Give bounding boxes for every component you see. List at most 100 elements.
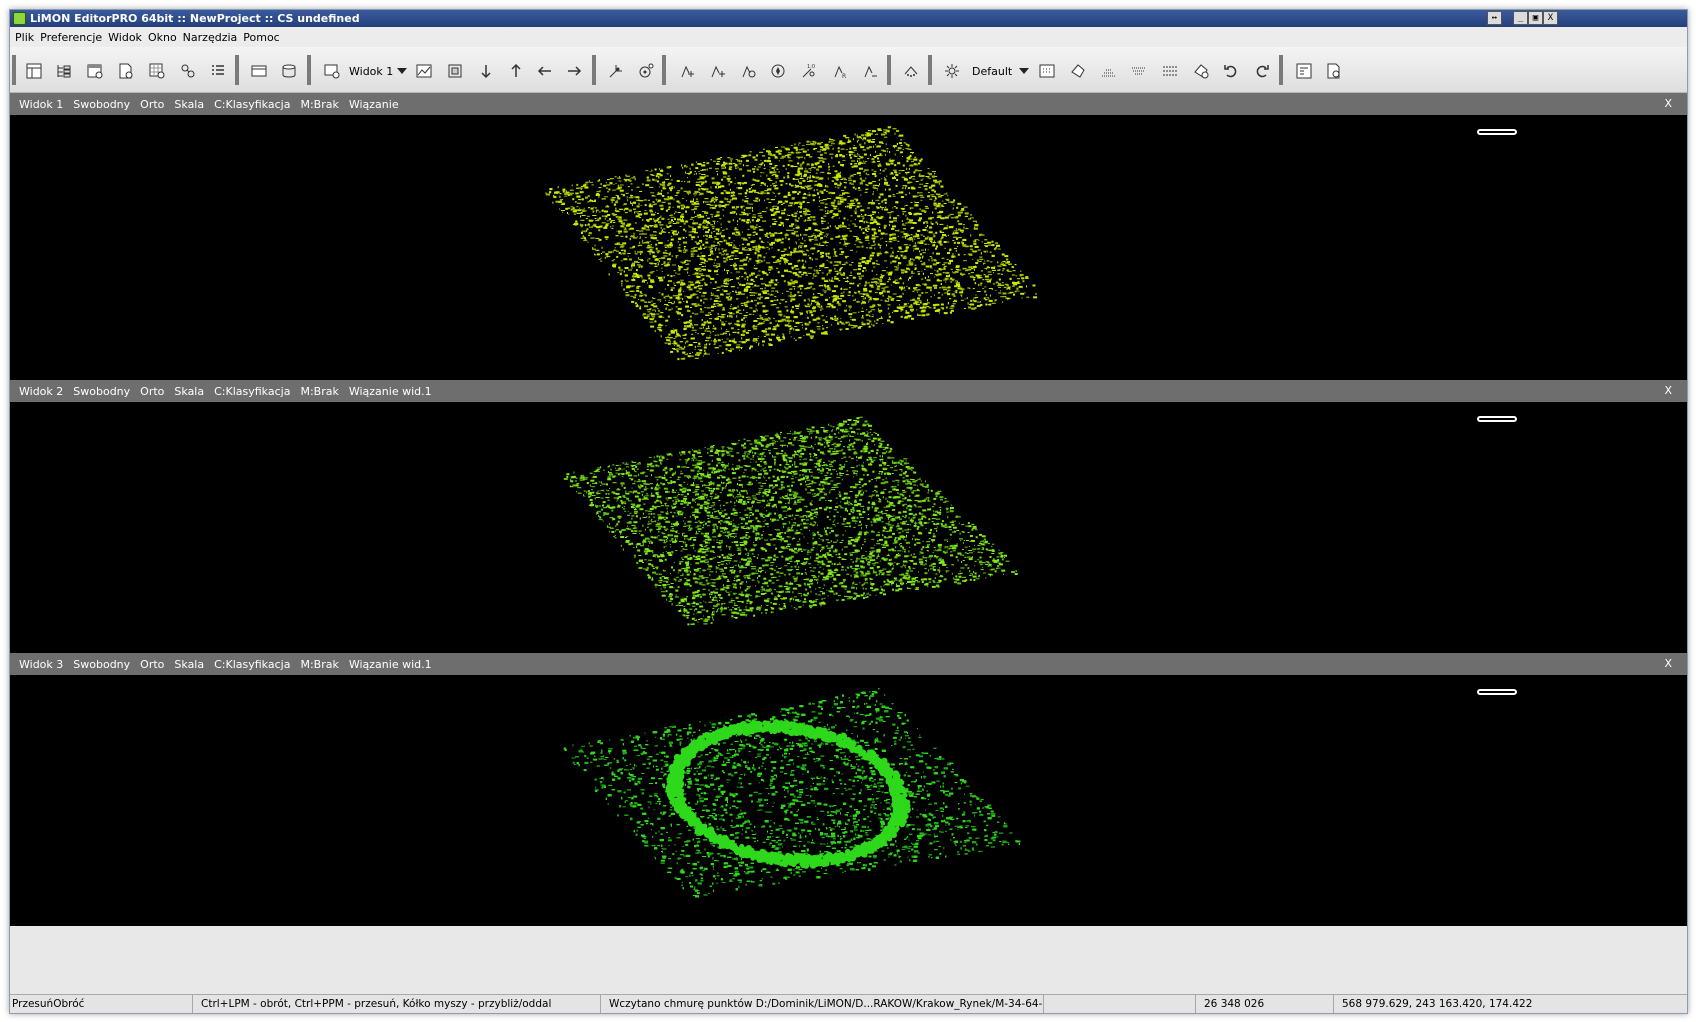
point-cloud-2 xyxy=(563,416,1018,626)
status-hint: Ctrl+LPM - obrót, Ctrl+PPM - przesuń, Kó… xyxy=(193,995,601,1013)
rotate-point-icon[interactable] xyxy=(736,60,760,82)
application-window: LiMON EditorPRO 64bit :: NewProject :: C… xyxy=(9,9,1688,1014)
scale-bar-icon xyxy=(1477,129,1517,135)
view-1-header: Widok 1 Swobodny Orto Skala C:Klasyfikac… xyxy=(10,93,1687,115)
scale-bar-icon xyxy=(1477,689,1517,695)
view-1-canvas[interactable] xyxy=(10,115,1687,380)
chevron-down-icon[interactable] xyxy=(397,68,407,74)
arrow-right-icon[interactable] xyxy=(562,60,586,82)
view-3-scale[interactable]: Skala xyxy=(169,658,209,671)
point-cloud-points xyxy=(563,416,1018,626)
target-eye-icon[interactable] xyxy=(634,60,658,82)
menu-okno[interactable]: Okno xyxy=(145,31,180,44)
view-3-canvas[interactable] xyxy=(10,675,1687,926)
view-3-mode-free[interactable]: Swobodny xyxy=(68,658,135,671)
toolbar-separator xyxy=(307,55,311,85)
view-2-model[interactable]: M:Brak xyxy=(295,385,343,398)
toolbar-grip[interactable] xyxy=(12,55,16,85)
chevron-down-icon[interactable] xyxy=(1019,68,1029,74)
layers-icon[interactable] xyxy=(1097,60,1121,82)
view-2-scale[interactable]: Skala xyxy=(169,385,209,398)
view-3-name[interactable]: Widok 3 xyxy=(14,658,68,671)
style-selector[interactable]: Default xyxy=(972,65,1012,78)
pick-r-icon[interactable]: R xyxy=(828,60,852,82)
view-3-header: Widok 3 Swobodny Orto Skala C:Klasyfikac… xyxy=(10,653,1687,675)
cloud-select-icon[interactable] xyxy=(899,60,923,82)
list-icon[interactable] xyxy=(206,60,230,82)
view-2-mode-free[interactable]: Swobodny xyxy=(68,385,135,398)
status-spacer xyxy=(1044,995,1196,1013)
view-2-close-button[interactable]: X xyxy=(1659,384,1677,397)
app-logo-icon xyxy=(13,12,26,25)
chart-icon[interactable] xyxy=(412,60,436,82)
menu-preferencje[interactable]: Preferencje xyxy=(37,31,105,44)
view-1-mode-free[interactable]: Swobodny xyxy=(68,98,135,111)
scale-bar-icon xyxy=(1477,416,1517,422)
properties-icon[interactable] xyxy=(1292,60,1316,82)
calendar-settings-icon[interactable] xyxy=(83,60,107,82)
view-1-model[interactable]: M:Brak xyxy=(295,98,343,111)
view-3-close-button[interactable]: X xyxy=(1659,657,1677,670)
terrain-icon[interactable] xyxy=(1127,60,1151,82)
view-selector[interactable]: Widok 1 xyxy=(349,65,393,78)
view-2-link[interactable]: Wiązanie wid.1 xyxy=(344,385,437,398)
scale-icon[interactable]: 1:0 xyxy=(797,60,821,82)
tree-icon[interactable] xyxy=(52,60,76,82)
undo-icon[interactable] xyxy=(1219,60,1243,82)
grid-settings-icon[interactable] xyxy=(145,60,169,82)
view-1-name[interactable]: Widok 1 xyxy=(14,98,68,111)
menu-pomoc[interactable]: Pomoc xyxy=(240,31,282,44)
window-frame-icon[interactable] xyxy=(247,60,271,82)
view-1-classification[interactable]: C:Klasyfikacja xyxy=(209,98,295,111)
model-settings-icon[interactable] xyxy=(1189,60,1213,82)
view-3-ortho[interactable]: Orto xyxy=(135,658,169,671)
status-point-count: 26 348 026 xyxy=(1196,995,1334,1013)
view-2-name[interactable]: Widok 2 xyxy=(14,385,68,398)
maximize-button[interactable]: ▣ xyxy=(1528,11,1543,25)
view-1-close-button[interactable]: X xyxy=(1659,97,1677,110)
status-coordinates: 568 979.629, 243 163.420, 174.422 xyxy=(1342,998,1533,1010)
minimize-button[interactable]: _ xyxy=(1513,11,1528,25)
point-cloud-points xyxy=(563,688,1021,898)
add-point-icon[interactable] xyxy=(675,60,699,82)
fit-view-icon[interactable] xyxy=(443,60,467,82)
view-2-header: Widok 2 Swobodny Orto Skala C:Klasyfikac… xyxy=(10,380,1687,402)
close-button[interactable]: X xyxy=(1543,11,1558,25)
snap-point-icon[interactable] xyxy=(604,60,628,82)
status-mode: PrzesuńObróć xyxy=(10,995,193,1013)
arrow-up-icon[interactable] xyxy=(504,60,528,82)
rotate-icon[interactable] xyxy=(766,60,790,82)
resize-toggle-button[interactable]: ↔ xyxy=(1487,11,1502,25)
link-settings-icon[interactable] xyxy=(176,60,200,82)
pick-line-icon[interactable] xyxy=(858,60,882,82)
document-settings-icon[interactable] xyxy=(114,60,138,82)
arrow-down-icon[interactable] xyxy=(474,60,498,82)
toolbar: Widok 1 1:0 R Default xyxy=(10,47,1687,93)
view-2-ortho[interactable]: Orto xyxy=(135,385,169,398)
points-grid-icon[interactable] xyxy=(1035,60,1059,82)
view-2-classification[interactable]: C:Klasyfikacja xyxy=(209,385,295,398)
menu-plik[interactable]: Plik xyxy=(12,31,37,44)
view-1-scale[interactable]: Skala xyxy=(169,98,209,111)
redo-icon[interactable] xyxy=(1250,60,1274,82)
view-2-canvas[interactable] xyxy=(10,402,1687,653)
database-icon[interactable] xyxy=(277,60,301,82)
toolbar-separator xyxy=(235,55,239,85)
sun-settings-icon[interactable] xyxy=(940,60,964,82)
info-document-icon[interactable] xyxy=(1322,60,1346,82)
view-3-model[interactable]: M:Brak xyxy=(295,658,343,671)
title-bar: LiMON EditorPRO 64bit :: NewProject :: C… xyxy=(10,10,1687,27)
profile-icon[interactable] xyxy=(1158,60,1182,82)
point-cloud-points xyxy=(545,126,1038,361)
view-3-link[interactable]: Wiązanie wid.1 xyxy=(344,658,437,671)
view-3-classification[interactable]: C:Klasyfikacja xyxy=(209,658,295,671)
layout-icon[interactable] xyxy=(22,60,46,82)
arrow-left-icon[interactable] xyxy=(533,60,557,82)
menu-narzedzia[interactable]: Narzędzia xyxy=(180,31,241,44)
move-point-icon[interactable] xyxy=(705,60,729,82)
menu-widok[interactable]: Widok xyxy=(105,31,145,44)
shape-icon[interactable] xyxy=(1066,60,1090,82)
view-1-ortho[interactable]: Orto xyxy=(135,98,169,111)
view-settings-icon[interactable] xyxy=(320,60,344,82)
view-1-link[interactable]: Wiązanie xyxy=(344,98,404,111)
